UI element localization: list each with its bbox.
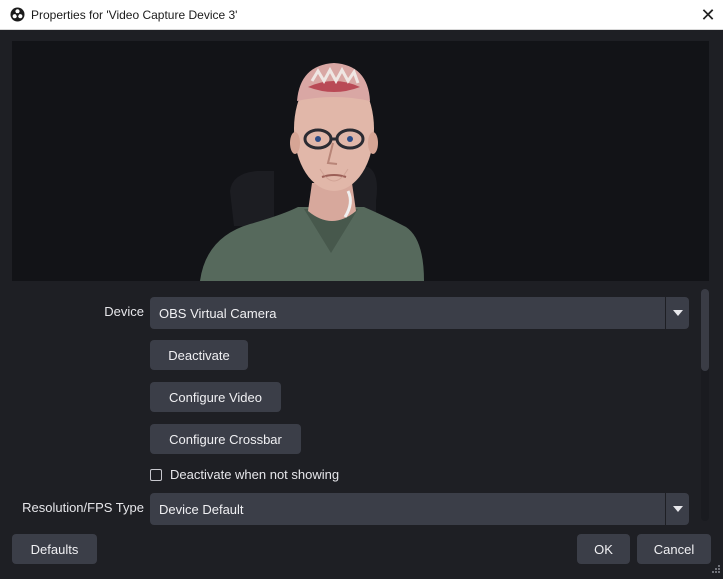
deactivate-button-label: Deactivate: [168, 347, 230, 363]
form-scrollbar[interactable]: [701, 289, 709, 521]
window-title: Properties for 'Video Capture Device 3': [31, 7, 238, 22]
ok-button-label: OK: [594, 541, 613, 557]
defaults-button-label: Defaults: [30, 541, 79, 557]
camera-feed-image: [12, 41, 709, 281]
close-icon: ✕: [700, 4, 716, 25]
cancel-button-label: Cancel: [653, 541, 695, 557]
deactivate-when-not-showing-row[interactable]: Deactivate when not showing: [150, 467, 339, 482]
configure-crossbar-button[interactable]: Configure Crossbar: [150, 424, 301, 454]
resolution-fps-type-label: Resolution/FPS Type: [22, 500, 144, 515]
video-preview: [12, 41, 709, 281]
form-scrollbar-thumb[interactable]: [701, 289, 709, 371]
device-select-value: OBS Virtual Camera: [159, 305, 277, 321]
device-select[interactable]: OBS Virtual Camera: [150, 297, 689, 329]
resize-grip-icon[interactable]: [711, 562, 721, 577]
deactivate-when-not-showing-checkbox[interactable]: [150, 468, 162, 481]
deactivate-button[interactable]: Deactivate: [150, 340, 248, 370]
properties-form: Device OBS Virtual Camera Deactivate Con…: [0, 281, 723, 527]
device-label: Device: [104, 304, 144, 319]
ok-button[interactable]: OK: [577, 534, 630, 564]
defaults-button[interactable]: Defaults: [12, 534, 97, 564]
configure-crossbar-button-label: Configure Crossbar: [169, 431, 282, 447]
deactivate-when-not-showing-label: Deactivate when not showing: [170, 467, 340, 482]
resolution-fps-type-value: Device Default: [159, 501, 244, 517]
configure-video-button-label: Configure Video: [169, 389, 262, 405]
close-button[interactable]: ✕: [693, 0, 723, 30]
cancel-button[interactable]: Cancel: [637, 534, 711, 564]
chevron-down-icon[interactable]: [665, 297, 689, 329]
configure-video-button[interactable]: Configure Video: [150, 382, 281, 412]
chevron-down-icon[interactable]: [665, 493, 689, 525]
obs-logo-icon: [10, 7, 25, 22]
resolution-fps-type-select[interactable]: Device Default: [150, 493, 689, 525]
title-bar: Properties for 'Video Capture Device 3' …: [0, 0, 723, 30]
